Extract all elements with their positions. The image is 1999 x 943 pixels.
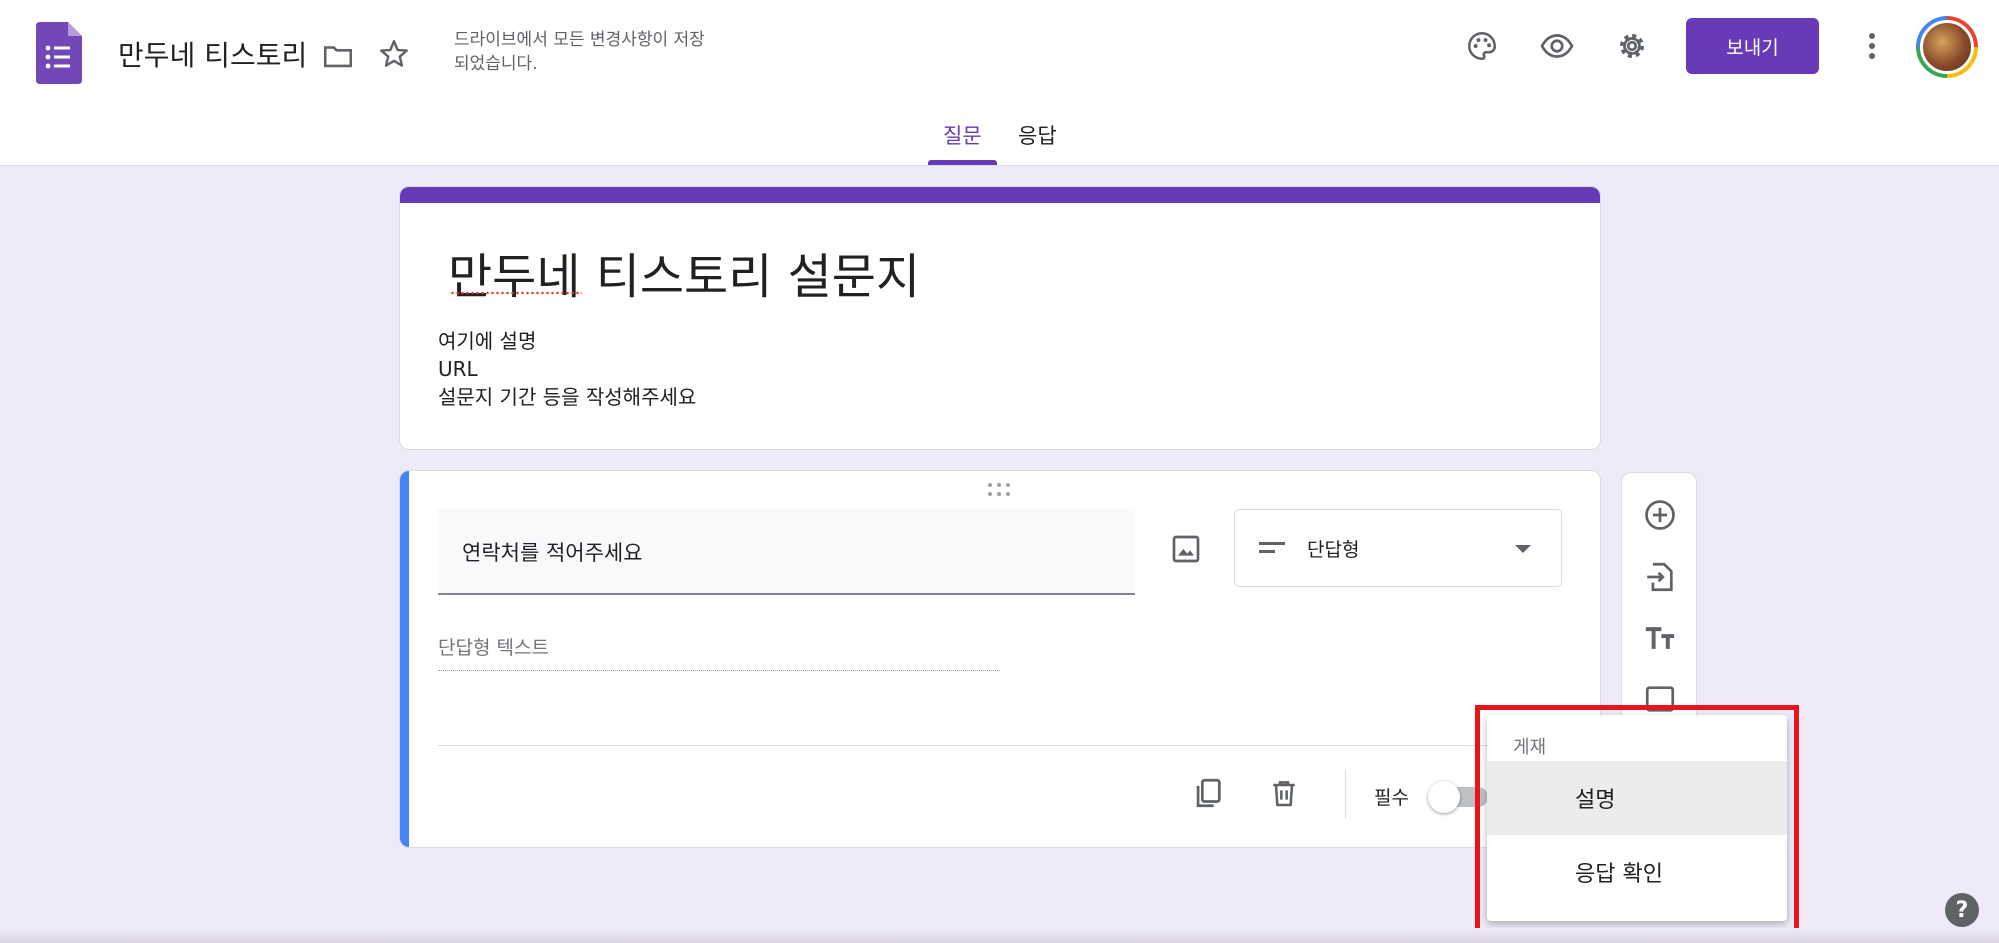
form-title-card[interactable]: 만두네 티스토리 설문지 여기에 설명 URL 설문지 기간 등을 작성해주세요 xyxy=(399,186,1601,450)
footer-divider xyxy=(1345,769,1346,819)
forms-app-icon[interactable] xyxy=(36,22,82,84)
trash-icon[interactable] xyxy=(1262,771,1306,815)
question-type-select[interactable]: 단답형 xyxy=(1234,509,1562,587)
question-type-label: 단답형 xyxy=(1307,538,1360,561)
app-header: 만두네 티스토리 드라이브에서 모든 변경사항이 저장되었습니다. 보내기 질문… xyxy=(0,0,1999,166)
question-card-accent xyxy=(400,471,409,847)
folder-icon[interactable] xyxy=(318,36,358,76)
required-toggle-thumb[interactable] xyxy=(1428,781,1460,813)
chevron-down-icon xyxy=(1515,545,1531,553)
menu-item-response-check[interactable]: 응답 확인 xyxy=(1487,835,1787,909)
card-divider xyxy=(438,745,1564,746)
import-icon[interactable] xyxy=(1640,557,1680,597)
active-tab-indicator xyxy=(928,160,997,165)
form-description[interactable]: 여기에 설명 URL 설문지 기간 등을 작성해주세요 xyxy=(438,327,696,411)
gear-icon[interactable] xyxy=(1612,26,1652,66)
send-button[interactable]: 보내기 xyxy=(1686,18,1819,74)
text-title-icon[interactable] xyxy=(1640,619,1680,659)
spellcheck-underline xyxy=(450,291,582,295)
eye-icon[interactable] xyxy=(1537,26,1577,66)
title-card-band xyxy=(400,187,1600,203)
tab-questions[interactable]: 질문 xyxy=(943,120,982,150)
help-button[interactable]: ? xyxy=(1945,893,1979,927)
star-icon[interactable] xyxy=(374,34,414,74)
description-line: 여기에 설명 xyxy=(438,329,537,353)
question-title-input[interactable]: 연락처를 적어주세요 xyxy=(438,509,1135,595)
context-menu: 게재 설명 응답 확인 xyxy=(1487,715,1787,921)
save-status: 드라이브에서 모든 변경사항이 저장되었습니다. xyxy=(454,30,705,74)
bottom-shadow xyxy=(0,928,1999,943)
tab-responses[interactable]: 응답 xyxy=(1018,120,1057,150)
short-answer-placeholder: 단답형 텍스트 xyxy=(438,633,1000,671)
doc-title[interactable]: 만두네 티스토리 xyxy=(118,34,307,74)
drag-handle-icon[interactable] xyxy=(988,483,1012,497)
add-circle-icon[interactable] xyxy=(1640,495,1680,535)
description-line: URL xyxy=(438,357,478,381)
more-vert-icon[interactable] xyxy=(1852,26,1892,66)
image-icon[interactable] xyxy=(1164,527,1208,571)
side-toolbar xyxy=(1621,472,1697,732)
avatar[interactable] xyxy=(1916,16,1978,78)
menu-item-description[interactable]: 설명 xyxy=(1487,761,1787,835)
form-title[interactable]: 만두네 티스토리 설문지 xyxy=(448,237,920,307)
description-line: 설문지 기간 등을 작성해주세요 xyxy=(438,385,697,409)
copy-icon[interactable] xyxy=(1186,771,1230,815)
short-text-icon xyxy=(1259,542,1285,553)
palette-icon[interactable] xyxy=(1462,26,1502,66)
required-label: 필수 xyxy=(1374,787,1409,809)
question-card[interactable]: 연락처를 적어주세요 단답형 단답형 텍스트 필수 xyxy=(399,470,1601,848)
menu-header: 게재 xyxy=(1513,737,1547,758)
